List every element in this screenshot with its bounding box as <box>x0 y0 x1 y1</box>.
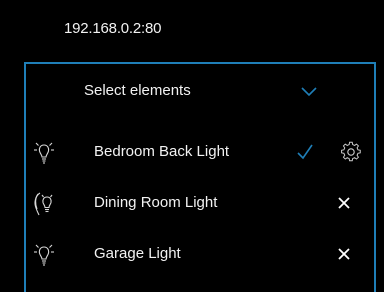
chevron-down-icon[interactable] <box>300 84 318 98</box>
address-text: 192.168.0.2:80 <box>64 20 162 37</box>
list-item-bedroom-back-light[interactable]: Bedroom Back Light <box>26 127 374 177</box>
element-selector-panel: Select elements Bedroom Back Light Dinin… <box>24 62 376 292</box>
list-item-label: Bedroom Back Light <box>94 143 230 160</box>
select-elements-label: Select elements <box>84 82 191 99</box>
hand-bulb-icon <box>34 192 53 216</box>
close-icon[interactable] <box>334 193 354 213</box>
bulb-icon <box>34 142 54 164</box>
list-item-label: Garage Light <box>94 245 181 262</box>
list-item-label: Dining Room Light <box>94 194 218 211</box>
list-item-dining-room-light[interactable]: Dining Room Light <box>26 178 374 228</box>
select-elements-dropdown[interactable]: Select elements <box>26 64 374 119</box>
bulb-icon <box>34 244 54 266</box>
list-item-garage-light[interactable]: Garage Light <box>26 229 374 279</box>
gear-icon[interactable] <box>340 141 362 163</box>
close-icon[interactable] <box>334 244 354 264</box>
checkmark-icon[interactable] <box>296 143 314 161</box>
